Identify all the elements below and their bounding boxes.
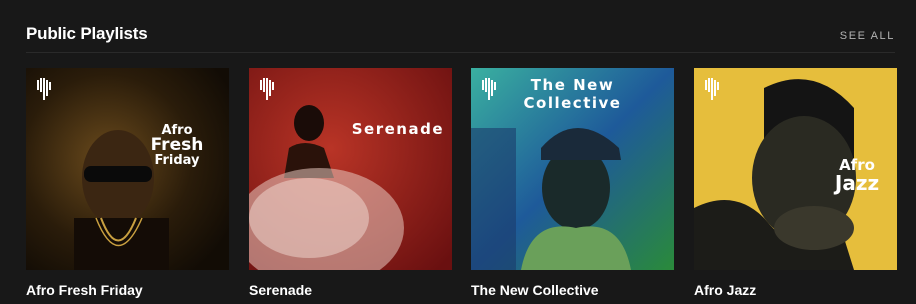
playlist-card[interactable]: Afro Fresh Friday Afro Fresh Friday: [26, 68, 229, 298]
cover-line: Fresh: [150, 135, 204, 155]
cover-artwork: [26, 68, 229, 270]
africa-logo-icon: [705, 78, 719, 100]
cover-title-text: The New Collective: [471, 76, 674, 112]
playlist-title[interactable]: Afro Fresh Friday: [26, 282, 143, 298]
cover-line: Serenade: [351, 120, 444, 138]
section-header: Public Playlists SEE ALL: [26, 22, 895, 53]
public-playlists-section: Public Playlists SEE ALL Afro Fresh Frid…: [0, 0, 916, 304]
playlist-title[interactable]: Serenade: [249, 282, 312, 298]
playlist-card[interactable]: Afro Jazz Afro Jazz: [694, 68, 897, 298]
playlist-title[interactable]: The New Collective: [471, 282, 599, 298]
cover-title-text: Afro Jazz: [827, 158, 887, 195]
playlist-card[interactable]: The New Collective The New Collective: [471, 68, 674, 298]
africa-logo-icon: [37, 78, 51, 100]
playlist-title[interactable]: Afro Jazz: [694, 282, 756, 298]
cover-line: The New: [530, 76, 615, 94]
cover-line: Jazz: [834, 171, 880, 195]
section-title: Public Playlists: [26, 24, 148, 43]
playlist-card[interactable]: Serenade Serenade: [249, 68, 452, 298]
cover-title-text: Serenade: [352, 122, 444, 137]
see-all-link[interactable]: SEE ALL: [840, 30, 895, 42]
africa-logo-icon: [260, 78, 274, 100]
playlist-cover[interactable]: Serenade: [249, 68, 452, 270]
playlist-cover[interactable]: The New Collective: [471, 68, 674, 270]
cover-line: Collective: [523, 94, 622, 112]
playlist-cover[interactable]: Afro Fresh Friday: [26, 68, 229, 270]
cover-artwork: [249, 68, 452, 270]
playlist-cover[interactable]: Afro Jazz: [694, 68, 897, 270]
cover-title-text: Afro Fresh Friday: [137, 124, 217, 167]
cover-line: Friday: [154, 153, 200, 168]
